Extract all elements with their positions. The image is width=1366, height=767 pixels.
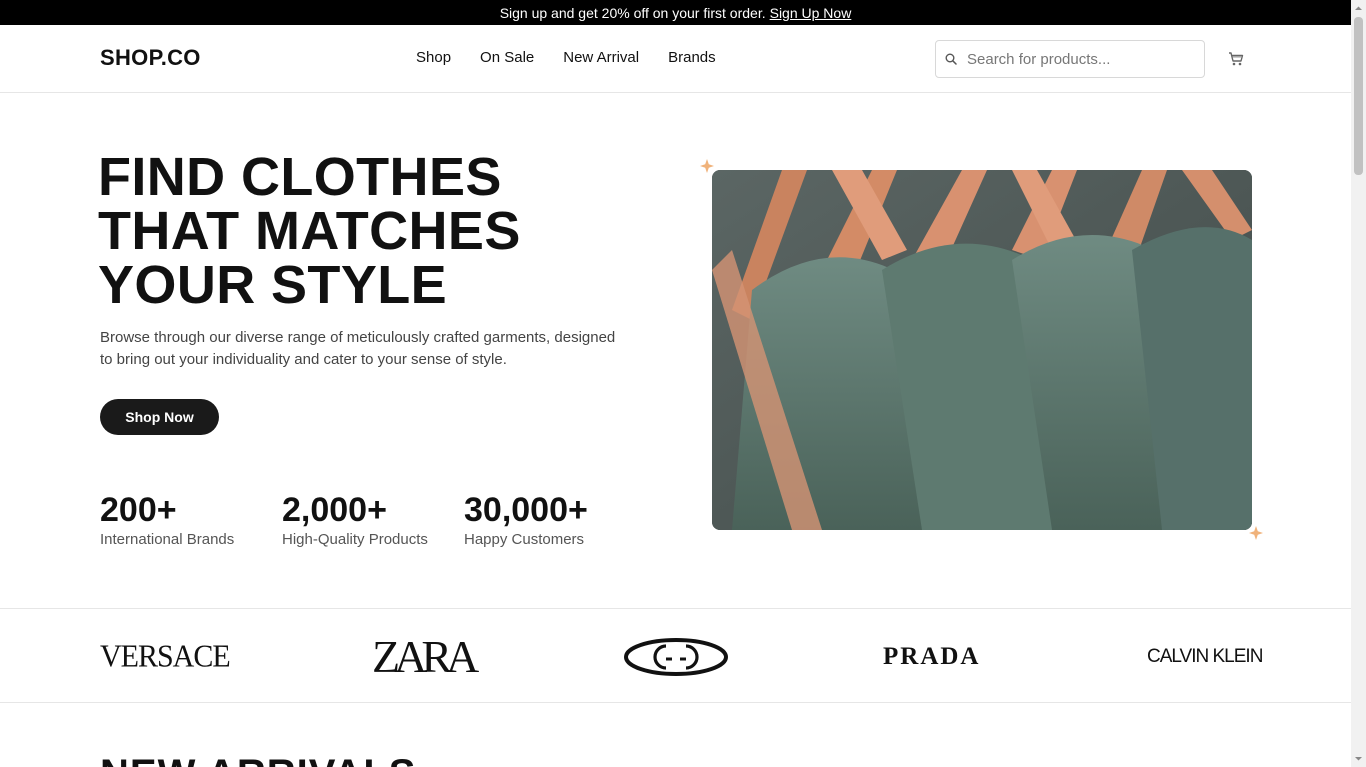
page-scrollbar[interactable]: [1351, 0, 1366, 767]
hero-description: Browse through our diverse range of meti…: [100, 329, 616, 368]
nav-item-new-arrival[interactable]: New Arrival: [563, 49, 639, 66]
search-input[interactable]: [967, 50, 1187, 68]
star-icon: [1249, 526, 1263, 540]
brand-logo-gucci[interactable]: [622, 609, 730, 704]
announcement-bar: Sign up and get 20% off on your first or…: [0, 0, 1351, 25]
nav-item-shop[interactable]: Shop: [416, 49, 451, 66]
stat-label: International Brands: [100, 531, 235, 548]
hero-title-line: YOUR STYLE: [98, 255, 448, 315]
search-box[interactable]: [935, 40, 1205, 78]
new-arrivals-title: NEW ARRIVALS: [100, 752, 416, 767]
brand-logo-calvin-klein[interactable]: CALVIN KLEIN: [1147, 609, 1263, 704]
hero-image: [712, 170, 1252, 530]
stat-brands: 200+ International Brands: [100, 490, 234, 548]
brand-logo-prada[interactable]: PRADA: [883, 609, 981, 704]
nav-item-on-sale[interactable]: On Sale: [480, 49, 534, 66]
site-header: SHOP.CO Shop On Sale New Arrival Brands: [0, 25, 1351, 93]
stat-customers: 30,000+ Happy Customers: [464, 490, 588, 548]
stat-value: 2,000+: [282, 491, 387, 529]
stat-label: Happy Customers: [464, 531, 585, 548]
nav-item-brands[interactable]: Brands: [668, 49, 716, 66]
announcement-text: Sign up and get 20% off on your first or…: [499, 4, 766, 21]
hero-title: FIND CLOTHES THAT MATCHES YOUR STYLE: [98, 150, 521, 312]
stat-value: 200+: [100, 491, 177, 529]
hero-title-line: THAT MATCHES: [98, 201, 521, 261]
stat-label: High-Quality Products: [282, 531, 428, 548]
site-logo[interactable]: SHOP.CO: [100, 45, 201, 71]
main-nav: Shop On Sale New Arrival Brands: [416, 49, 716, 66]
hero-title-line: FIND CLOTHES: [98, 147, 502, 207]
scroll-up-arrow-icon[interactable]: [1354, 4, 1363, 13]
star-icon: [700, 159, 714, 173]
brand-logo-versace[interactable]: VERSACE: [100, 607, 231, 707]
stat-products: 2,000+ High-Quality Products: [282, 490, 428, 548]
shop-now-button[interactable]: Shop Now: [100, 399, 219, 435]
brand-logo-zara[interactable]: ZARA: [372, 609, 479, 704]
stat-value: 30,000+: [464, 491, 588, 529]
brand-strip: VERSACE ZARA PRADA CALVIN KLEIN: [0, 608, 1351, 703]
search-icon: [945, 53, 957, 65]
sign-up-link[interactable]: Sign Up Now: [770, 5, 852, 21]
cart-icon[interactable]: [1227, 50, 1245, 68]
scroll-thumb[interactable]: [1354, 17, 1363, 175]
scroll-down-arrow-icon[interactable]: [1354, 754, 1363, 763]
